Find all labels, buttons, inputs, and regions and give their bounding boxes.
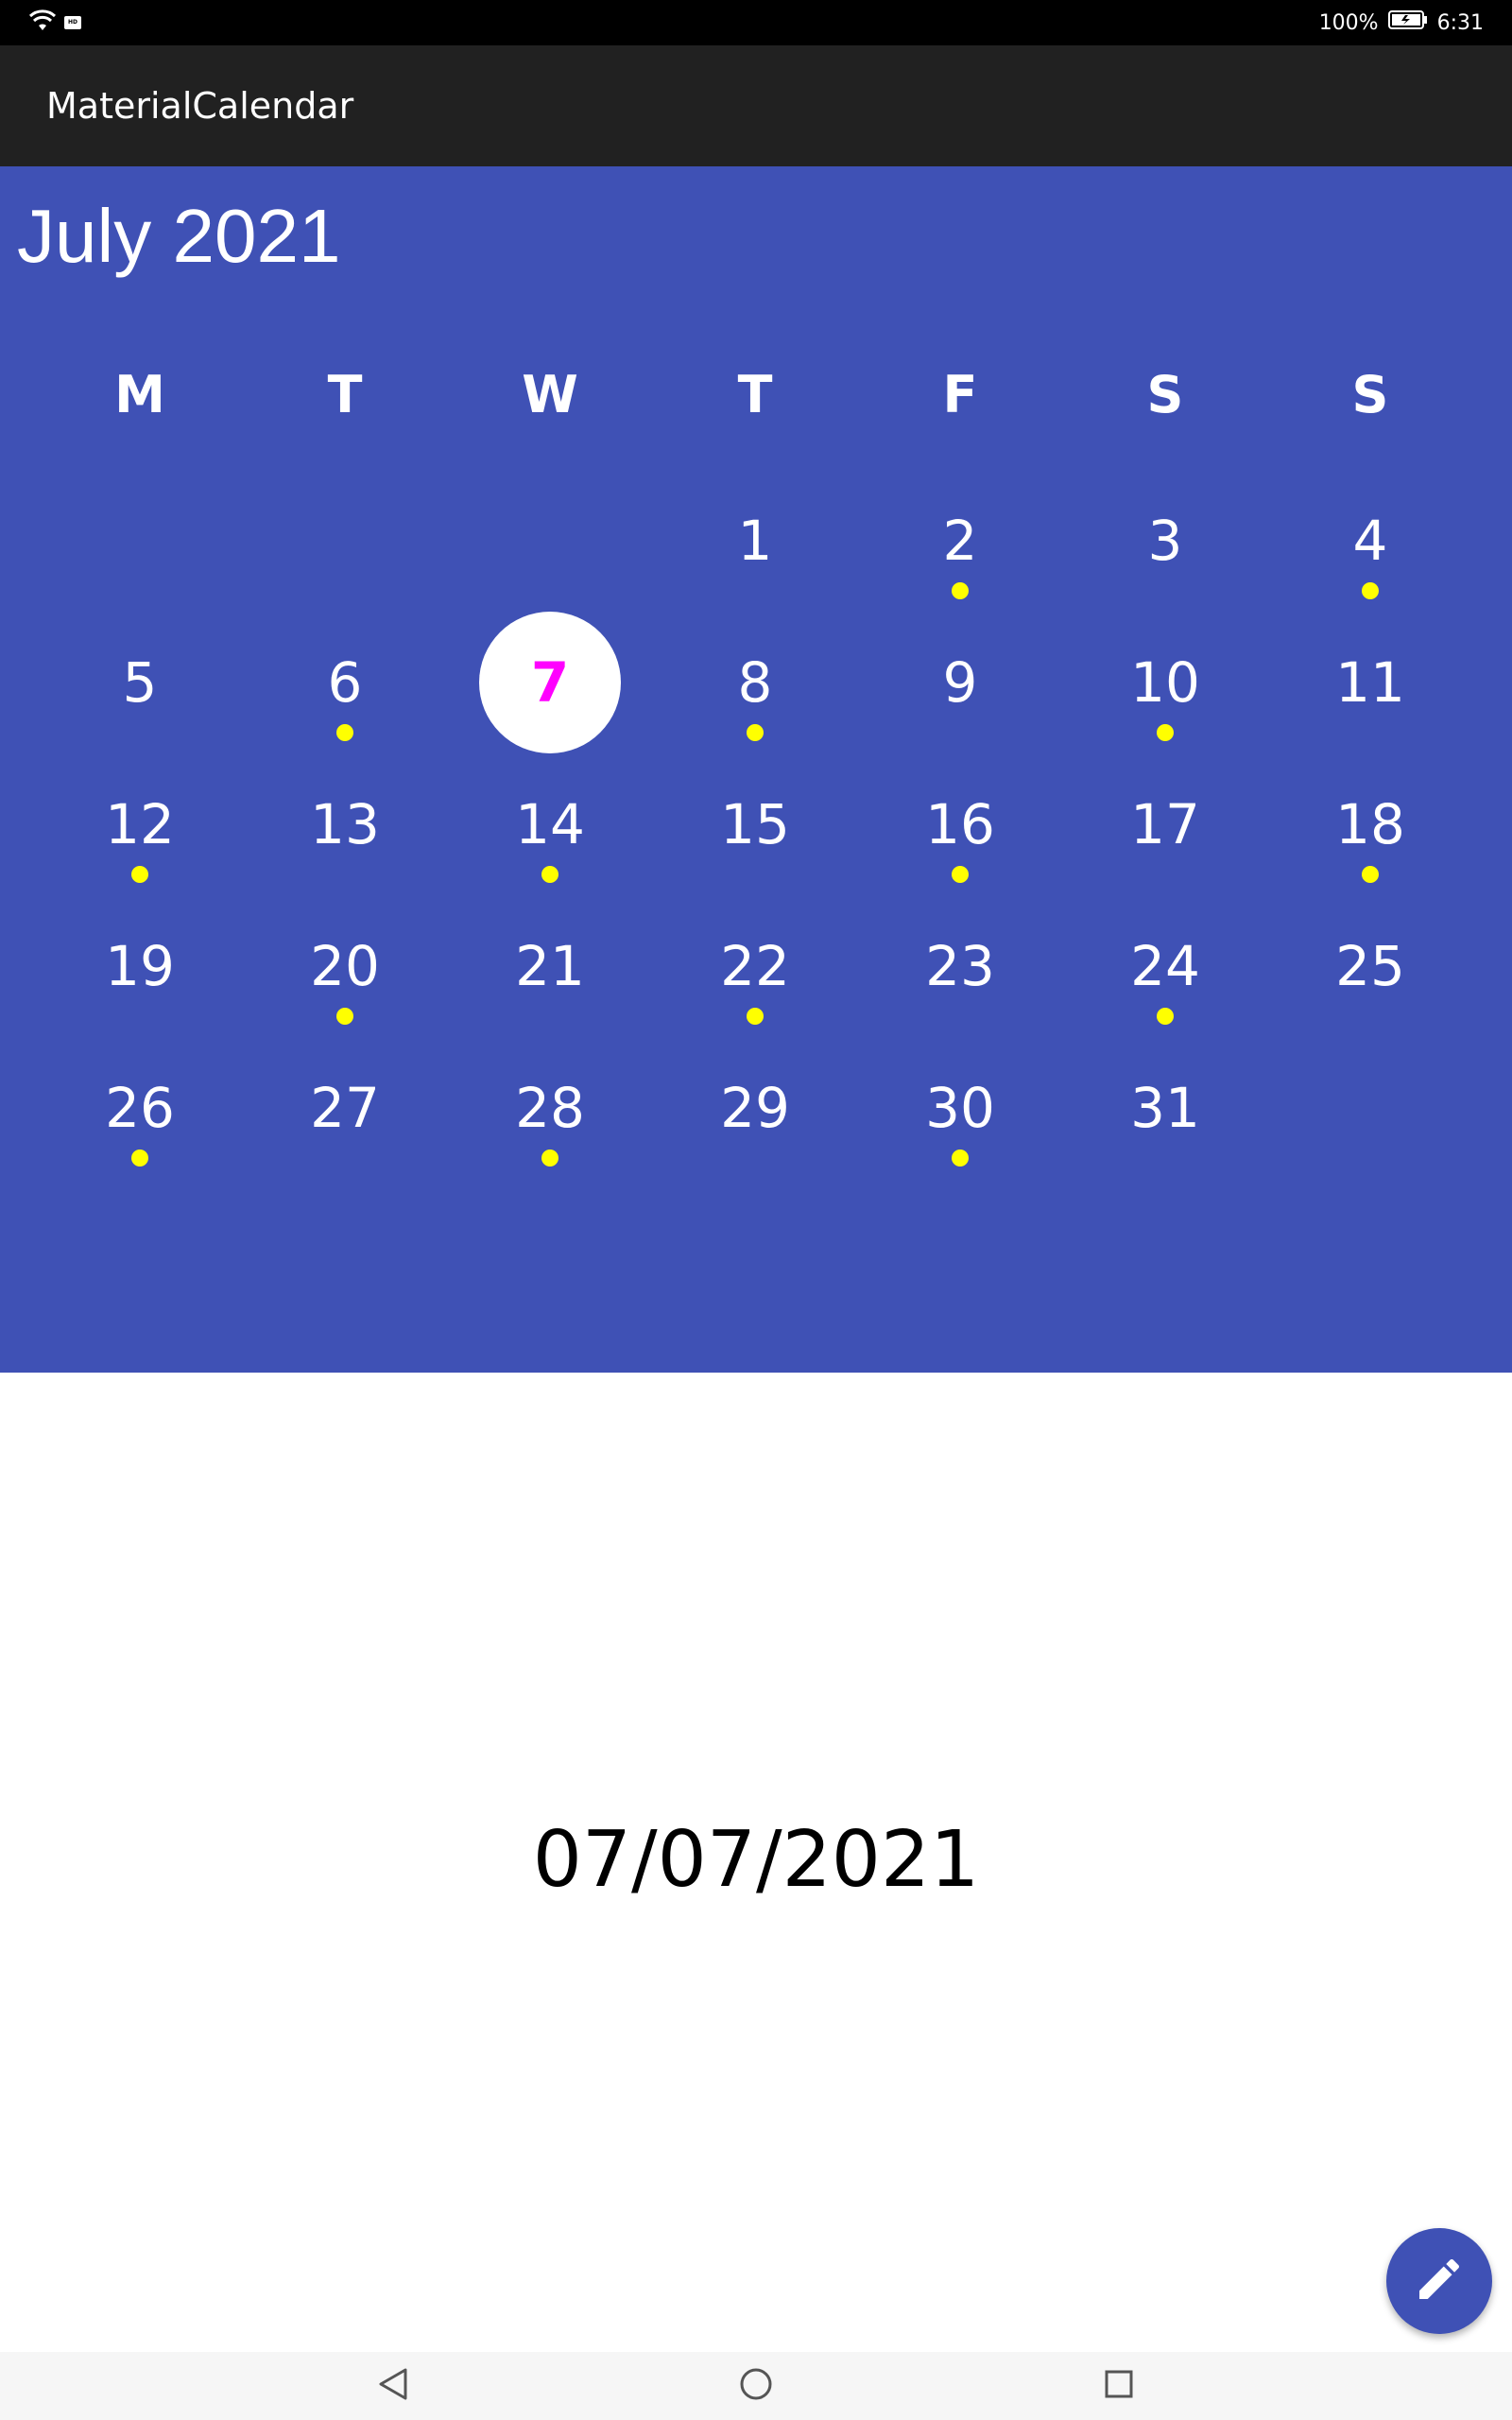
day-number: 3 <box>1147 509 1183 573</box>
calendar-day[interactable]: 31 <box>1094 1037 1236 1179</box>
calendar-day[interactable]: 19 <box>69 895 211 1037</box>
weekday-label: S <box>1146 365 1184 424</box>
day-number: 29 <box>720 1076 790 1140</box>
calendar-day[interactable]: 28 <box>479 1037 621 1179</box>
recents-icon <box>1103 2368 1135 2404</box>
day-number: 31 <box>1130 1076 1200 1140</box>
event-dot <box>952 1150 969 1167</box>
weekday-header: M T W T F S S <box>0 365 1512 441</box>
battery-icon <box>1387 9 1428 36</box>
event-dot <box>336 1008 353 1025</box>
day-number: 17 <box>1130 792 1200 856</box>
calendar-day[interactable]: 16 <box>889 753 1031 895</box>
status-left: HD <box>28 9 81 36</box>
month-title: July 2021 <box>17 194 341 278</box>
day-number: 11 <box>1335 650 1405 715</box>
toolbar-title: MaterialCalendar <box>46 85 354 127</box>
pencil-icon <box>1413 2253 1466 2309</box>
weekday-label: M <box>114 365 165 424</box>
event-dot <box>131 1150 148 1167</box>
calendar-day[interactable]: 24 <box>1094 895 1236 1037</box>
calendar-day[interactable]: 27 <box>274 1037 416 1179</box>
back-icon <box>377 2367 409 2405</box>
day-number: 25 <box>1335 934 1405 998</box>
weekday-label: F <box>942 365 978 424</box>
selected-date-text: 07/07/2021 <box>532 1815 980 1905</box>
day-number: 21 <box>515 934 585 998</box>
event-dot <box>747 724 764 741</box>
weekday-label: W <box>522 365 578 424</box>
event-dot <box>541 1150 558 1167</box>
calendar-day[interactable]: 15 <box>684 753 826 895</box>
event-dot <box>1362 866 1379 883</box>
calendar-day[interactable]: 2 <box>889 470 1031 612</box>
status-time: 6:31 <box>1436 10 1484 35</box>
calendar-day[interactable]: 26 <box>69 1037 211 1179</box>
calendar-day[interactable]: 8 <box>684 612 826 753</box>
calendar-day[interactable]: 25 <box>1299 895 1441 1037</box>
calendar-day[interactable]: 23 <box>889 895 1031 1037</box>
calendar-day[interactable]: 3 <box>1094 470 1236 612</box>
event-dot <box>131 866 148 883</box>
event-dot <box>1157 1008 1174 1025</box>
event-dot <box>541 866 558 883</box>
recents-button[interactable] <box>1096 2363 1142 2409</box>
day-number: 1 <box>737 509 773 573</box>
weekday-label: T <box>327 365 363 424</box>
system-nav-bar <box>0 2352 1512 2420</box>
calendar-day[interactable]: 6 <box>274 612 416 753</box>
calendar-day[interactable]: 11 <box>1299 612 1441 753</box>
event-dot <box>952 582 969 599</box>
weekday-label: S <box>1351 365 1389 424</box>
calendar-day[interactable]: 13 <box>274 753 416 895</box>
edit-fab-button[interactable] <box>1386 2228 1492 2334</box>
hd-icon: HD <box>64 16 81 29</box>
home-icon <box>739 2367 773 2405</box>
calendar-day[interactable]: 10 <box>1094 612 1236 753</box>
calendar-day[interactable]: 4 <box>1299 470 1441 612</box>
calendar-day[interactable]: 20 <box>274 895 416 1037</box>
calendar-view: July 2021 M T W T F S S 1 2 3 4 5 6 7 8 9 10 11 12 1… <box>0 166 1512 1373</box>
event-dot <box>1157 724 1174 741</box>
day-number: 13 <box>310 792 380 856</box>
calendar-day[interactable]: 14 <box>479 753 621 895</box>
calendar-day-selected[interactable]: 7 <box>479 612 621 753</box>
calendar-day[interactable]: 22 <box>684 895 826 1037</box>
calendar-day[interactable]: 9 <box>889 612 1031 753</box>
app-screen: HD 100% 6:31 MaterialCalendar July 2021 … <box>0 0 1512 2420</box>
calendar-day[interactable]: 21 <box>479 895 621 1037</box>
calendar-day[interactable]: 5 <box>69 612 211 753</box>
wifi-icon <box>28 9 57 36</box>
battery-percent: 100% <box>1318 10 1379 35</box>
day-number: 23 <box>925 934 995 998</box>
event-dot <box>336 724 353 741</box>
day-number: 7 <box>530 650 570 715</box>
day-number: 27 <box>310 1076 380 1140</box>
day-number: 15 <box>720 792 790 856</box>
calendar-day[interactable]: 30 <box>889 1037 1031 1179</box>
status-right: 100% 6:31 <box>1319 9 1484 36</box>
event-dot <box>1362 582 1379 599</box>
weekday-label: T <box>737 365 773 424</box>
app-toolbar: MaterialCalendar <box>0 45 1512 166</box>
day-number: 5 <box>122 650 158 715</box>
calendar-day[interactable]: 18 <box>1299 753 1441 895</box>
event-dot <box>952 866 969 883</box>
calendar-day[interactable]: 1 <box>684 470 826 612</box>
calendar-day[interactable]: 12 <box>69 753 211 895</box>
home-button[interactable] <box>733 2363 779 2409</box>
calendar-day[interactable]: 17 <box>1094 753 1236 895</box>
status-bar: HD 100% 6:31 <box>0 0 1512 45</box>
calendar-day[interactable]: 29 <box>684 1037 826 1179</box>
event-dot <box>747 1008 764 1025</box>
day-number: 19 <box>105 934 175 998</box>
day-number: 9 <box>942 650 978 715</box>
back-button[interactable] <box>370 2363 416 2409</box>
